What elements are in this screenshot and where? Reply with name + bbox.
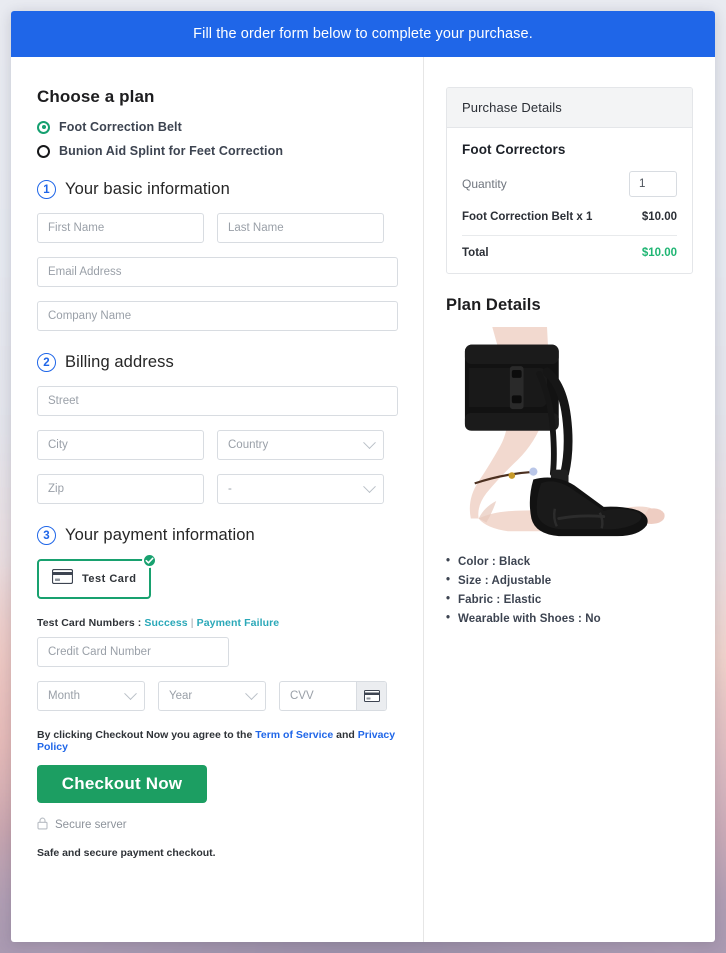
step-number-badge: 1 [37,180,56,199]
product-image [457,327,682,542]
step-header-basic-information: 1 Your basic information [37,180,398,199]
year-select-value: Year [169,690,193,702]
step-title: Your basic information [65,180,230,198]
company-name-input[interactable]: Company Name [37,301,398,331]
credit-card-number-input[interactable]: Credit Card Number [37,637,229,667]
street-input[interactable]: Street [37,386,398,416]
step-number-badge: 2 [37,353,56,372]
quantity-input[interactable]: 1 [629,171,677,197]
terms-agreement-text: By clicking Checkout Now you agree to th… [37,729,398,753]
check-circle-icon [142,553,158,568]
test-card-method-tile[interactable]: Test Card [37,553,158,599]
radio-selected-icon[interactable] [37,120,50,134]
email-field-row: Email Address [37,257,398,287]
test-numbers-prefix: Test Card Numbers : [37,617,145,629]
plan-option-bunion-aid-splint[interactable]: Bunion Aid Splint for Feet Correction [37,144,398,158]
secure-server-note: Secure server [37,817,398,833]
country-select[interactable]: Country [217,430,384,460]
quantity-row: Quantity 1 [462,171,677,197]
country-select-value: Country [228,439,269,451]
order-form-column: Choose a plan Foot Correction Belt Bunio… [11,57,424,942]
credit-card-field-row: Credit Card Number [37,637,398,667]
street-field-row: Street [37,386,398,416]
spec-item: Fabric : Elastic [446,593,693,606]
chevron-down-icon [363,435,376,449]
agree-prefix: By clicking Checkout Now you agree to th… [37,729,256,741]
zip-input[interactable]: Zip [37,474,204,504]
secure-server-label: Secure server [55,819,127,831]
email-input[interactable]: Email Address [37,257,398,287]
spec-item: Size : Adjustable [446,574,693,587]
terms-of-service-link[interactable]: Term of Service [255,729,333,741]
purchase-details-body: Foot Correctors Quantity 1 Foot Correcti… [447,128,692,273]
expiry-year-select[interactable]: Year [158,681,266,711]
purchase-details-header: Purchase Details [447,88,692,128]
spec-item: Color : Black [446,555,693,568]
lock-icon [37,817,48,833]
month-select-value: Month [48,690,80,702]
first-name-input[interactable]: First Name [37,213,204,243]
agree-mid: and [333,729,358,741]
plan-option-label: Bunion Aid Splint for Feet Correction [59,144,284,158]
quantity-label: Quantity [462,177,507,191]
cvv-field[interactable]: CVV [279,681,387,711]
banner-text: Fill the order form below to complete yo… [193,26,533,42]
chevron-down-icon [245,686,258,700]
plan-option-label: Foot Correction Belt [59,120,182,134]
safe-checkout-note: Safe and secure payment checkout. [37,847,216,859]
last-name-input[interactable]: Last Name [217,213,384,243]
cvv-input[interactable]: CVV [280,690,356,702]
test-card-success-link[interactable]: Success [144,617,187,629]
chevron-down-icon [124,686,137,700]
summary-column: Purchase Details Foot Correctors Quantit… [424,57,715,942]
test-card-label: Test Card [82,573,137,585]
name-field-row: First Name Last Name [37,213,398,243]
product-name: Foot Correctors [462,142,566,157]
total-label: Total [462,247,489,259]
step-title: Your payment information [65,526,255,544]
checkout-card: Fill the order form below to complete yo… [11,11,715,942]
expiry-month-select[interactable]: Month [37,681,145,711]
state-select-value: - [228,483,232,495]
line-item-row: Foot Correction Belt x 1 $10.00 [462,211,677,236]
chevron-down-icon [363,479,376,493]
zip-state-field-row: Zip - [37,474,398,504]
line-item-price: $10.00 [641,211,677,223]
plan-option-foot-correction-belt[interactable]: Foot Correction Belt [37,120,398,134]
state-select[interactable]: - [217,474,384,504]
step-title: Billing address [65,353,174,371]
plan-details-heading: Plan Details [446,296,541,314]
test-card-failure-link[interactable]: Payment Failure [197,617,280,629]
line-item-label: Foot Correction Belt x 1 [462,211,593,223]
expiry-cvv-field-row: Month Year CVV [37,681,398,711]
spec-item: Wearable with Shoes : No [446,612,693,625]
company-field-row: Company Name [37,301,398,331]
choose-plan-heading: Choose a plan [37,87,155,106]
purchase-details-card: Purchase Details Foot Correctors Quantit… [446,87,693,274]
page-banner: Fill the order form below to complete yo… [11,11,715,57]
city-country-field-row: City Country [37,430,398,460]
credit-card-icon [51,568,74,589]
total-row: Total $10.00 [462,247,677,259]
checkout-now-button[interactable]: Checkout Now [37,765,207,803]
total-price: $10.00 [641,247,677,259]
step-number-badge: 3 [37,526,56,545]
step-header-payment-information: 3 Your payment information [37,526,398,545]
link-divider: | [187,617,197,629]
test-card-numbers-line: Test Card Numbers : Success | Payment Fa… [37,617,398,629]
city-input[interactable]: City [37,430,204,460]
radio-unselected-icon[interactable] [37,144,50,158]
card-columns: Choose a plan Foot Correction Belt Bunio… [11,57,715,942]
cvv-card-icon [356,682,386,710]
step-header-billing-address: 2 Billing address [37,353,398,372]
